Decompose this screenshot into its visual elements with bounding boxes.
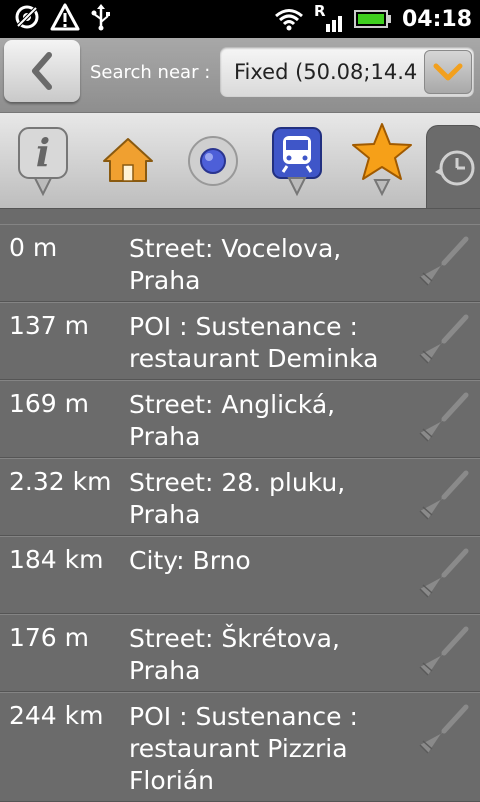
result-distance: 0 m	[9, 233, 58, 262]
results-list: 0 m Street: Vocelova, Praha 137 m POI : …	[0, 224, 480, 802]
list-item[interactable]: 137 m POI : Sustenance : restaurant Demi…	[0, 302, 480, 380]
broom-icon[interactable]	[414, 389, 472, 447]
usb-icon	[91, 4, 110, 31]
chevron-left-icon	[32, 52, 52, 90]
result-description: POI : Sustenance : restaurant Deminka	[129, 312, 379, 373]
list-item[interactable]: 0 m Street: Vocelova, Praha	[0, 224, 480, 302]
tab-history[interactable]	[426, 125, 480, 210]
favorite-star-icon	[352, 123, 412, 197]
result-distance: 137 m	[9, 311, 90, 340]
list-item[interactable]: 184 km City: Brno	[0, 536, 480, 614]
battery-icon	[353, 10, 391, 28]
result-description: City: Brno	[129, 546, 251, 575]
result-description: Street: Škrétova, Praha	[129, 624, 340, 685]
result-distance: 244 km	[9, 701, 104, 730]
broom-icon[interactable]	[414, 701, 472, 759]
status-left-icons	[14, 3, 112, 31]
result-distance: 184 km	[9, 545, 104, 574]
broom-icon[interactable]	[414, 467, 472, 525]
home-icon	[103, 138, 153, 182]
tab-info[interactable]: i	[8, 113, 78, 209]
signal-roaming-icon: R	[314, 2, 344, 34]
tab-current-position[interactable]	[180, 113, 246, 209]
search-near-label: Search near :	[90, 62, 211, 83]
result-distance: 169 m	[9, 389, 90, 418]
tab-home[interactable]	[92, 113, 164, 209]
transport-icon	[272, 127, 322, 197]
result-description: Street: Vocelova, Praha	[129, 234, 342, 295]
result-description: Street: 28. pluku, Praha	[129, 468, 346, 529]
broom-icon[interactable]	[414, 623, 472, 681]
tab-underline	[0, 208, 480, 225]
chevron-down-icon	[433, 63, 463, 81]
list-item[interactable]: 244 km POI : Sustenance : restaurant Piz…	[0, 692, 480, 802]
wifi-icon	[275, 9, 303, 31]
broom-icon[interactable]	[414, 311, 472, 369]
info-icon: i	[18, 127, 68, 197]
list-item[interactable]: 169 m Street: Anglická, Praha	[0, 380, 480, 458]
result-description: POI : Sustenance : restaurant Pizzria Fl…	[129, 702, 358, 795]
result-description: Street: Anglická, Praha	[129, 390, 336, 451]
search-header: Search near : Fixed (50.08;14.4	[0, 38, 480, 112]
location-value: Fixed (50.08;14.4	[234, 60, 418, 84]
list-item[interactable]: 176 m Street: Škrétova, Praha	[0, 614, 480, 692]
back-button[interactable]	[4, 40, 80, 102]
gps-icon	[15, 5, 39, 29]
broom-icon[interactable]	[414, 545, 472, 603]
warning-icon	[50, 3, 80, 31]
status-bar: R 04:18	[0, 0, 480, 38]
location-select[interactable]: Fixed (50.08;14.4	[220, 47, 474, 97]
category-tabs: i	[0, 112, 480, 210]
status-time: 04:18	[401, 6, 472, 32]
history-clock-icon	[435, 150, 475, 186]
current-position-icon	[188, 136, 238, 186]
svg-text:i: i	[36, 130, 50, 175]
tab-transport[interactable]	[262, 113, 332, 209]
location-dropdown-button[interactable]	[424, 50, 472, 94]
result-distance: 2.32 km	[9, 467, 112, 496]
tab-favorites[interactable]	[346, 113, 418, 209]
result-distance: 176 m	[9, 623, 90, 652]
broom-icon[interactable]	[414, 233, 472, 291]
list-item[interactable]: 2.32 km Street: 28. pluku, Praha	[0, 458, 480, 536]
status-right-icons: R 04:18	[274, 0, 472, 38]
